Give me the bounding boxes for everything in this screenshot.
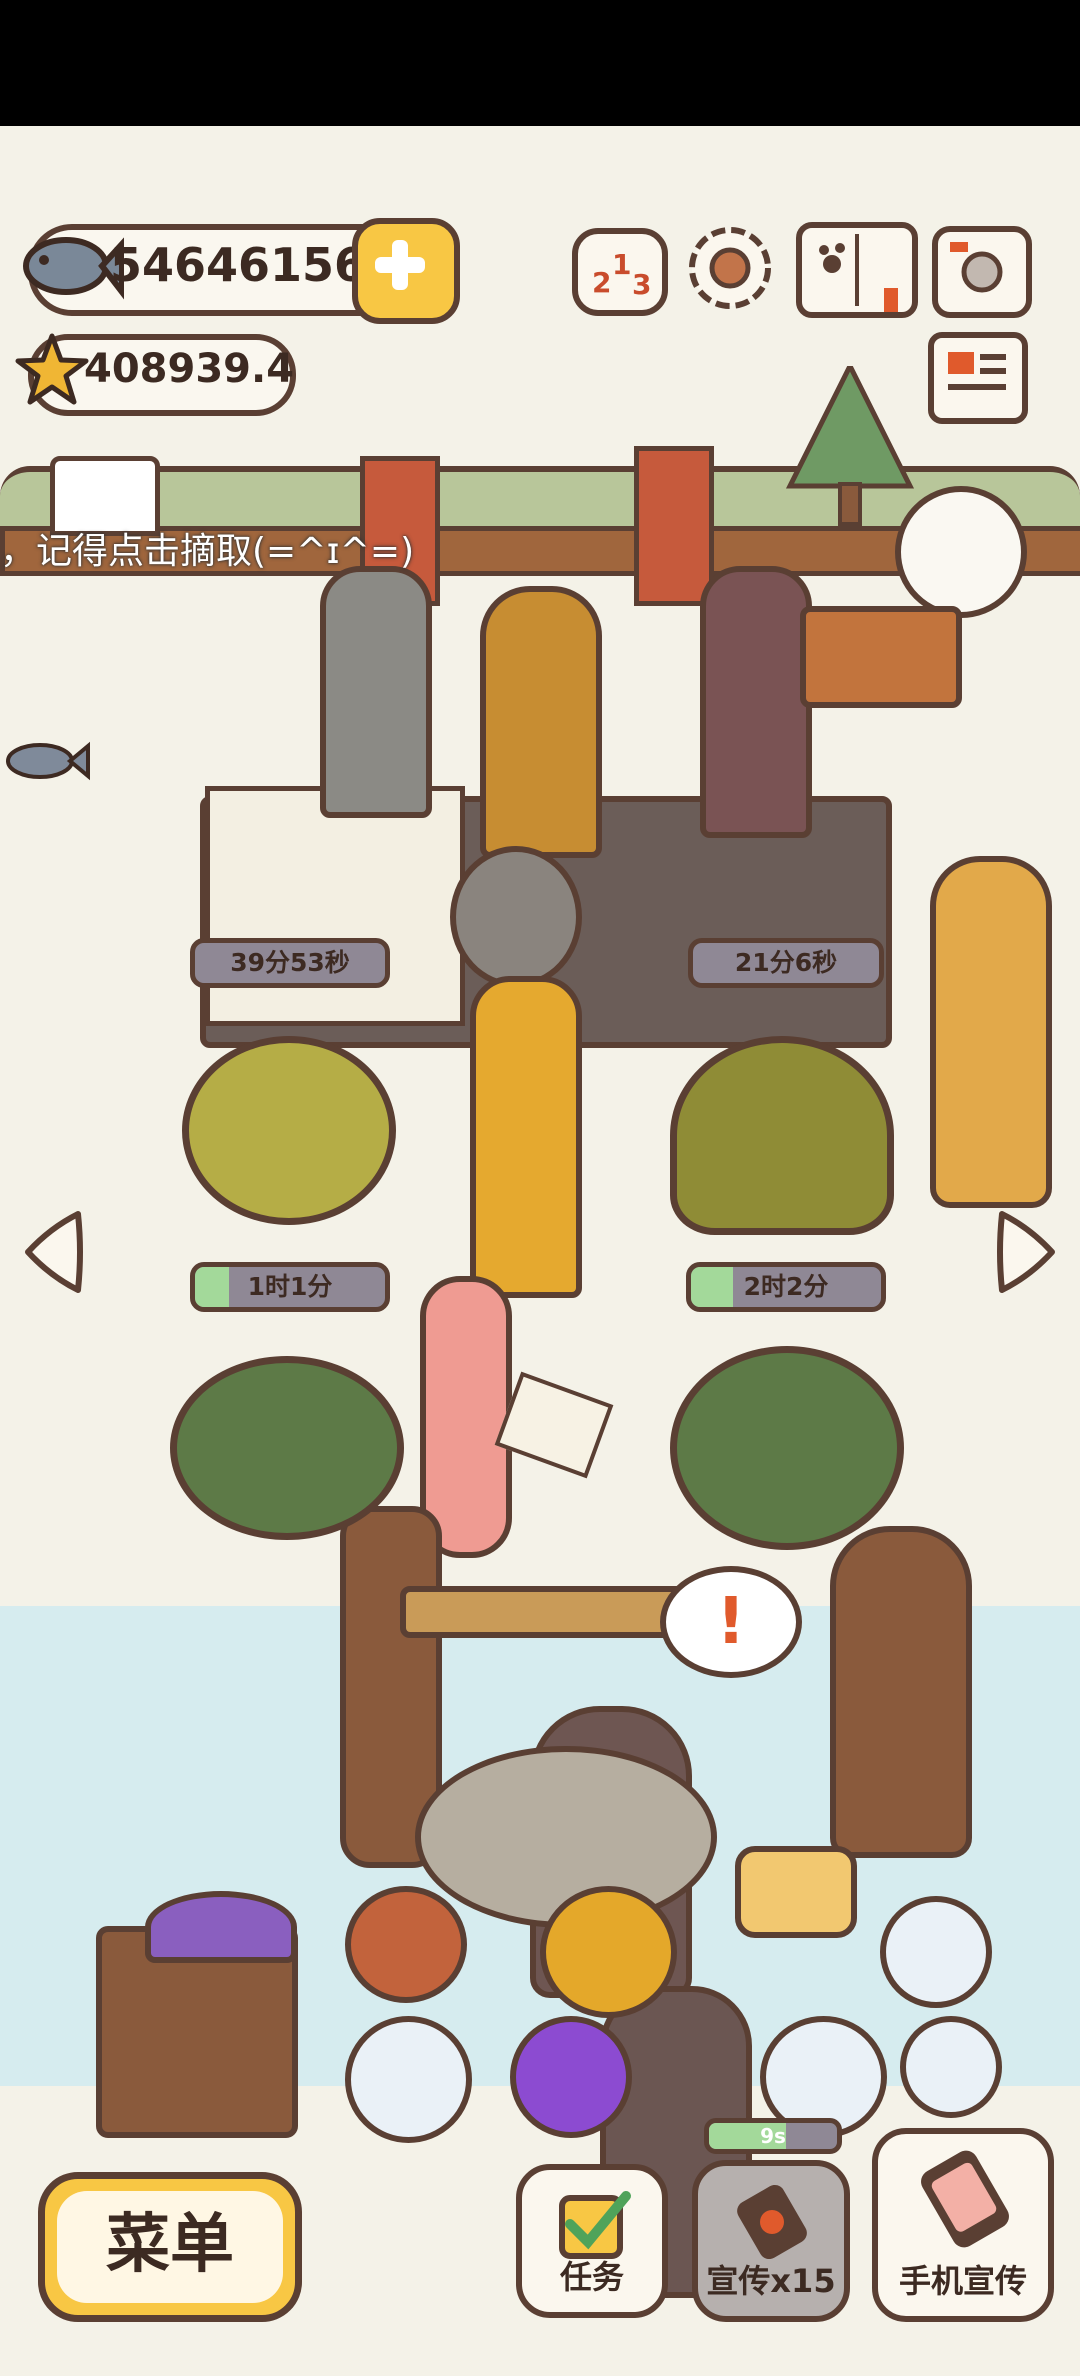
star-icon [15,333,89,405]
bush-olive-right[interactable] [670,1036,894,1235]
newspaper-button[interactable] [928,332,1028,424]
settings-button[interactable] [684,222,776,314]
smartphone-icon [921,2150,1009,2248]
tasks-button[interactable]: 任务 [516,2164,668,2318]
paper-note [494,1371,614,1479]
fish-icon [23,237,124,300]
tasks-button-label: 任务 [559,2258,624,2296]
ranking-button[interactable]: 2 1 3 [572,228,668,316]
beaver [830,1526,972,1858]
promote-button-label: 宣传x15 [706,2262,836,2300]
left-arrow-icon [25,1211,83,1293]
star-count: 408939.4 [84,346,295,392]
harvest-hint: ，记得点击摘取(=^ɪ^=) [0,531,415,572]
bush-green-right[interactable] [670,1346,904,1550]
bush-green-left[interactable] [170,1356,404,1540]
pinecone-pile[interactable] [345,1886,467,2003]
grill [800,606,962,708]
serval-cat [930,856,1052,1208]
ranking-podium-icon: 2 1 3 [592,248,651,301]
witch-hat [145,1891,297,1963]
paw-book-icon [819,234,898,312]
wolf-gray [320,566,432,818]
flying-fish [6,741,90,781]
timer-middle-right-text: 2时2分 [743,1272,829,1301]
cat-chef [895,486,1027,618]
pine-tree [785,366,915,526]
timer-top-right: 21分6秒 [688,938,884,988]
snowflake-cluster-left[interactable] [345,2016,472,2143]
camera-button[interactable] [932,226,1032,318]
promote-button[interactable]: 宣传x15 [692,2160,850,2322]
phone-promote-button[interactable]: 手机宣传 [872,2128,1054,2322]
timer-top-left: 39分53秒 [190,938,390,988]
gear-icon [689,227,771,309]
svg-text:2: 2 [592,266,611,299]
right-arrow-icon [997,1211,1055,1293]
newspaper-icon [948,352,1006,390]
table-cloth [205,786,465,1026]
game-scene: ! [0,126,1080,2376]
snowflake-cluster-small[interactable] [900,2016,1002,2118]
brick-pillar-right [634,446,714,606]
timer-middle-left-text: 1时1分 [247,1272,333,1301]
raccoon [450,846,582,988]
pancake-stack[interactable] [735,1846,857,1938]
deer [480,586,602,858]
snowflake-cluster-right[interactable] [880,1896,992,2008]
left-arrow-button[interactable] [20,1206,86,1298]
giraffe [470,976,582,1298]
right-arrow-button[interactable] [994,1206,1060,1298]
plus-icon [375,240,425,290]
corn-pile[interactable] [540,1886,677,2018]
bush-yellow-left[interactable] [182,1036,396,1225]
svg-text:3: 3 [632,268,651,301]
phone-promote-button-label: 手机宣传 [898,2262,1027,2300]
grape-cluster[interactable] [510,2016,632,2138]
timer-middle-right: 2时2分 [686,1262,886,1312]
timer-top-left-text: 39分53秒 [230,948,350,977]
status-bar-blackout [0,0,1080,126]
timer-small: 9s [704,2118,842,2154]
menu-button-label: 菜单 [106,2208,234,2282]
wolf-brown [700,566,812,838]
add-currency-button[interactable] [352,218,460,324]
camera-icon [950,242,1003,293]
alert-bubble[interactable]: ! [660,1566,802,1678]
timer-middle-left: 1时1分 [190,1262,390,1312]
menu-button[interactable]: 菜单 [38,2172,302,2322]
paw-book-button[interactable] [796,222,918,318]
svg-text:1: 1 [612,248,631,281]
timer-small-text: 9s [760,2124,786,2148]
timer-top-right-text: 21分6秒 [734,948,838,977]
